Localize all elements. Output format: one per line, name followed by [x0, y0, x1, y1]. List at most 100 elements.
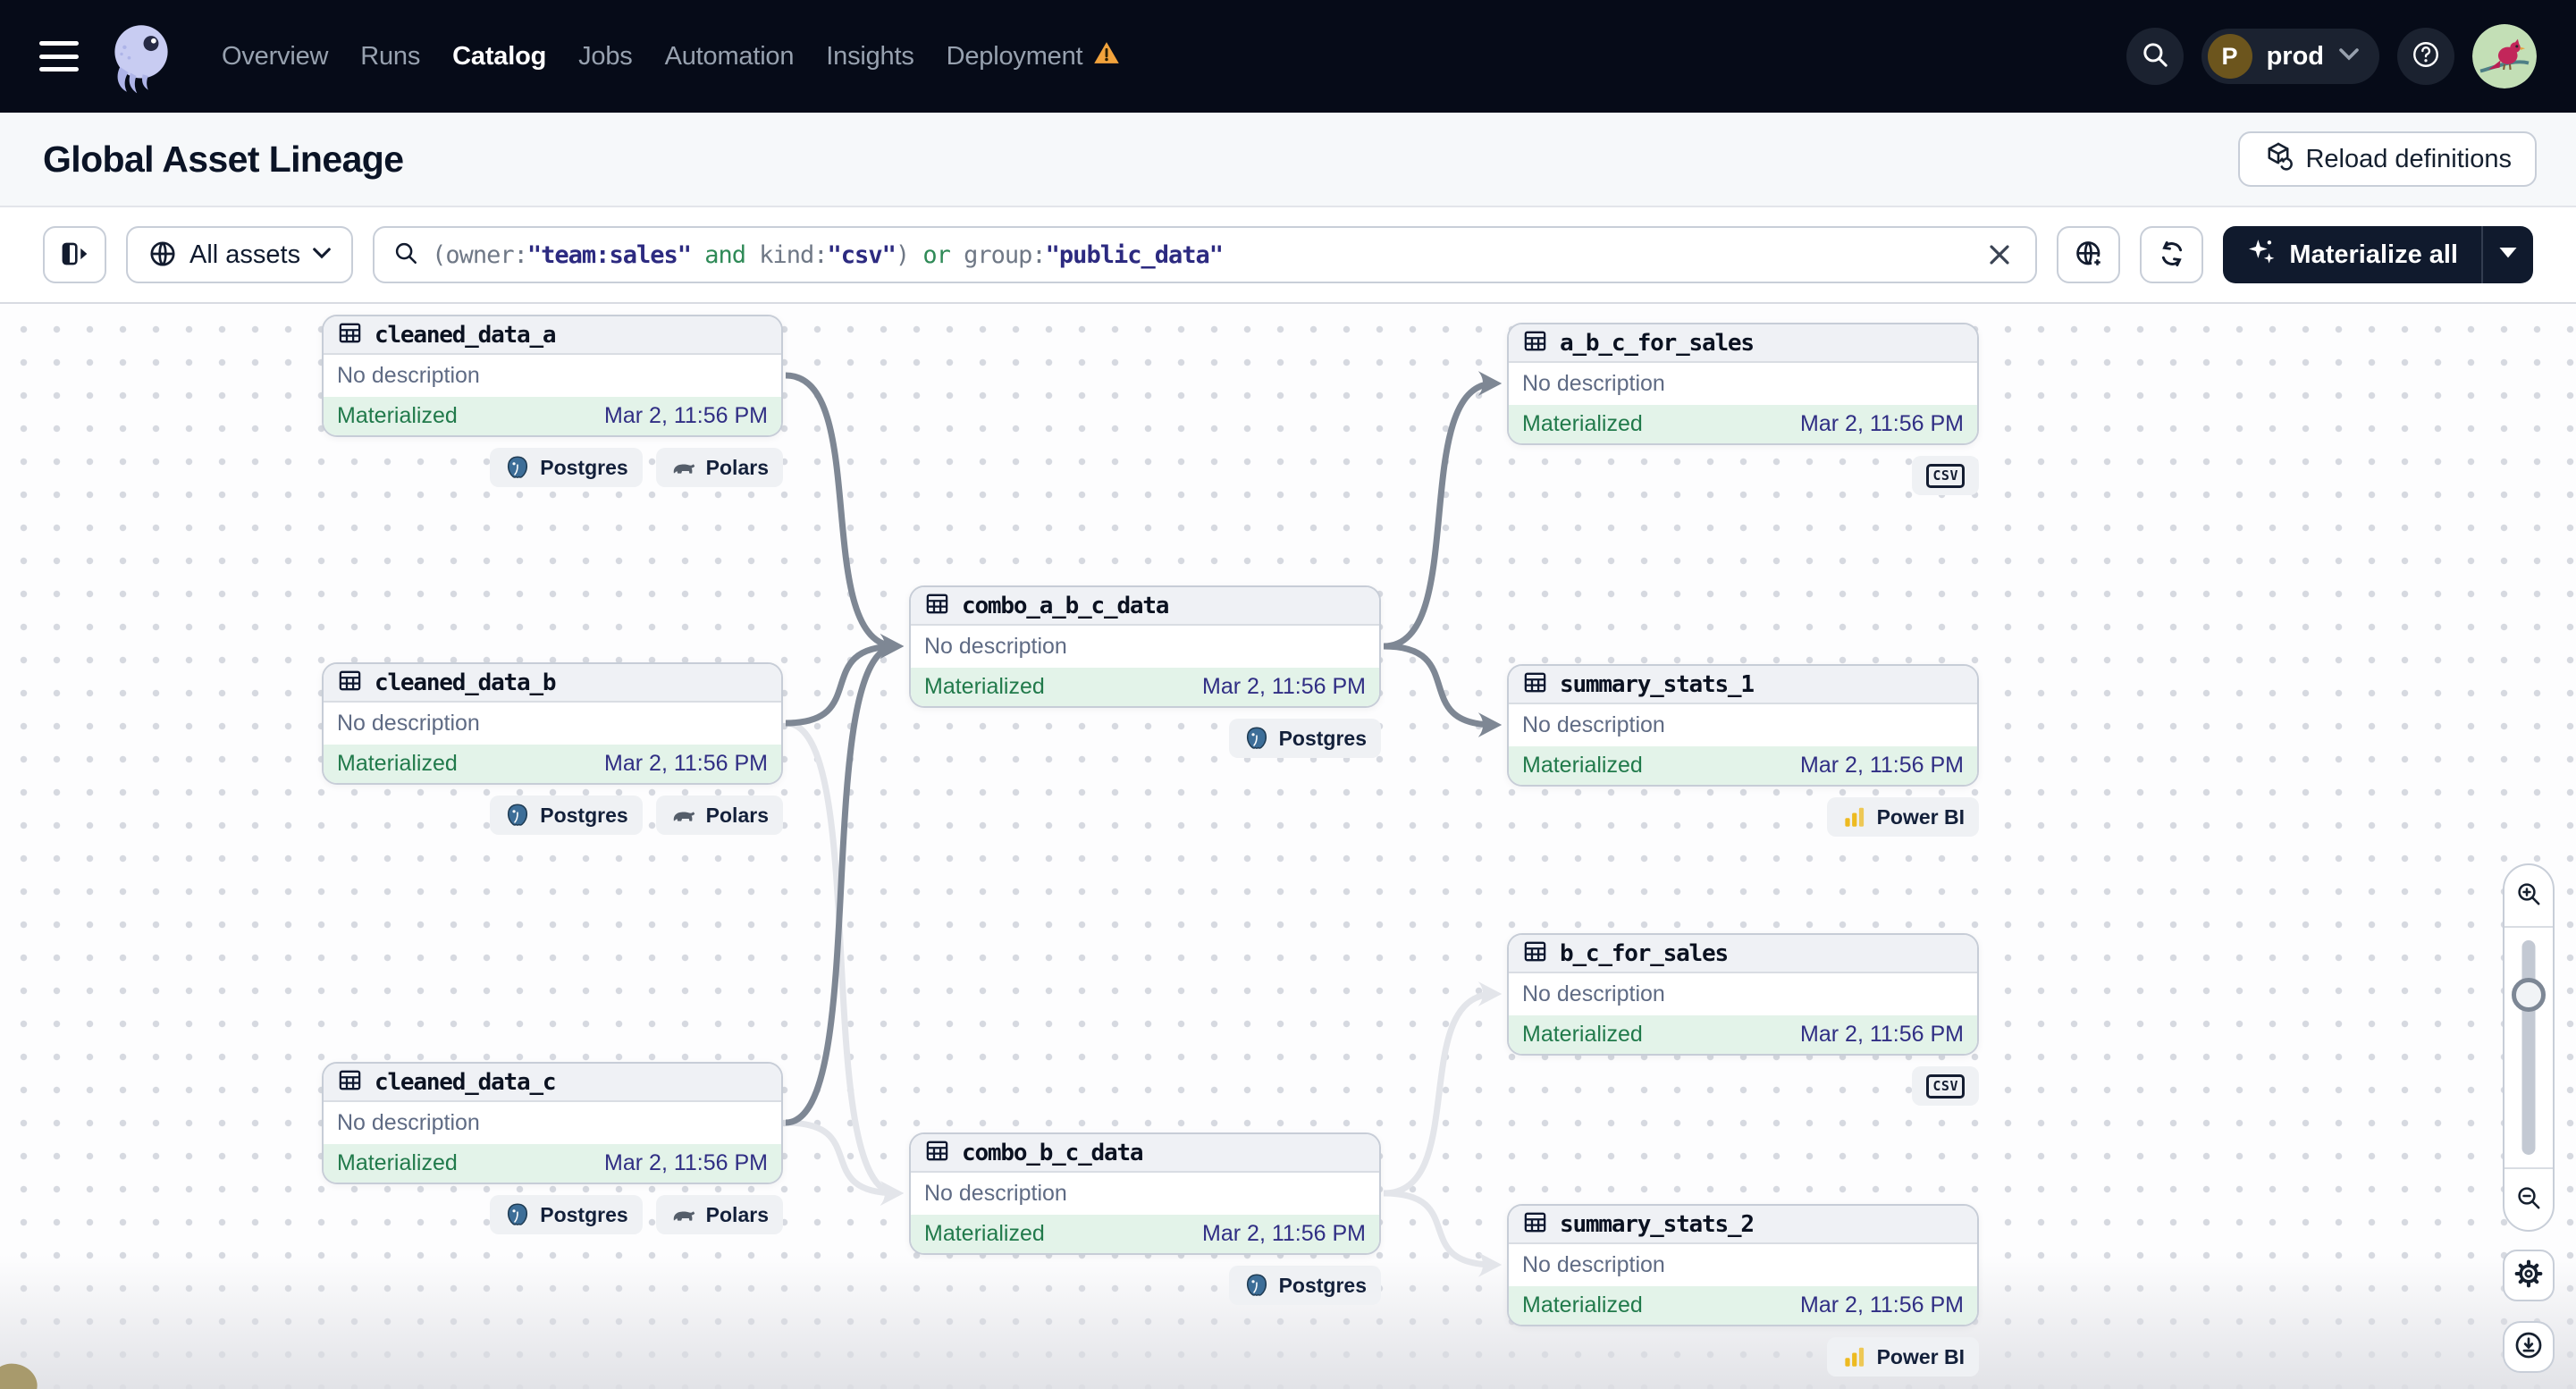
- zoom-slider-track[interactable]: [2521, 940, 2536, 1155]
- asset-node-combo_a_b_c_data[interactable]: combo_a_b_c_data No description Material…: [909, 585, 1381, 708]
- materialization-timestamp[interactable]: Mar 2, 11:56 PM: [1800, 411, 1964, 437]
- asset-node-b_c_for_sales[interactable]: b_c_for_sales No description Materialize…: [1507, 933, 1979, 1056]
- asset-node-summary_stats_1[interactable]: summary_stats_1 No description Materiali…: [1507, 664, 1979, 787]
- zoom-in-icon: [2514, 880, 2543, 913]
- help-button[interactable]: [2397, 28, 2454, 85]
- asset-description-row: No description: [1509, 363, 1977, 405]
- zoom-slider[interactable]: [2504, 928, 2553, 1167]
- asset-node-combo_b_c_data[interactable]: combo_b_c_data No description Materializ…: [909, 1132, 1381, 1255]
- asset-node-cleaned_data_c[interactable]: cleaned_data_c No description Materializ…: [322, 1062, 783, 1184]
- dagster-logo[interactable]: [102, 17, 181, 96]
- refresh-button[interactable]: [2140, 226, 2204, 283]
- zoom-out-button[interactable]: [2504, 1169, 2553, 1230]
- nav-item-catalog[interactable]: Catalog: [452, 42, 546, 72]
- kind-tag-postgres[interactable]: Postgres: [490, 1195, 643, 1234]
- zoom-out-icon: [2514, 1183, 2543, 1216]
- zoom-slider-knob[interactable]: [2512, 978, 2546, 1012]
- asset-node-a_b_c_for_sales[interactable]: a_b_c_for_sales No description Materiali…: [1507, 323, 1979, 445]
- query-segment: "team:sales": [526, 240, 692, 269]
- kind-tag-postgres[interactable]: Postgres: [1228, 1266, 1381, 1305]
- lineage-canvas[interactable]: cleaned_data_a No description Materializ…: [0, 304, 2576, 1389]
- asset-group-filter-button[interactable]: [2057, 226, 2121, 283]
- asset-status-bar: Materialized Mar 2, 11:56 PM: [911, 668, 1379, 706]
- workspace-switcher[interactable]: P prod: [2201, 29, 2379, 84]
- asset-description-row: No description: [1509, 704, 1977, 746]
- reload-cube-icon: [2263, 140, 2294, 178]
- user-avatar[interactable]: [2472, 24, 2537, 88]
- nav-item-insights[interactable]: Insights: [826, 42, 914, 72]
- nav-item-deployment[interactable]: Deployment: [947, 40, 1121, 72]
- asset-node-summary_stats_2[interactable]: summary_stats_2 No description Materiali…: [1507, 1204, 1979, 1326]
- kind-tag-label: Postgres: [1278, 726, 1367, 750]
- kind-tag-csv[interactable]: CSV: [1912, 1066, 1979, 1106]
- asset-scope-dropdown[interactable]: All assets: [126, 226, 354, 283]
- zoom-control: [2503, 863, 2555, 1232]
- nav-item-automation[interactable]: Automation: [665, 42, 795, 72]
- query-segment: ): [895, 240, 910, 269]
- reload-definitions-label: Reload definitions: [2305, 144, 2512, 173]
- nav-item-label: Runs: [360, 41, 421, 71]
- zoom-in-button[interactable]: [2504, 865, 2553, 926]
- kind-tag-row: Postgres Polars: [322, 796, 783, 835]
- nav-item-runs[interactable]: Runs: [360, 42, 420, 72]
- kind-tag-label: Polars: [705, 1202, 769, 1226]
- asset-name: summary_stats_1: [1560, 670, 1755, 698]
- nav-item-jobs[interactable]: Jobs: [578, 42, 633, 72]
- asset-description: No description: [924, 1181, 1067, 1206]
- open-sidebar-button[interactable]: [43, 226, 106, 283]
- table-icon: [924, 591, 950, 621]
- asset-node-header: cleaned_data_a: [324, 316, 781, 355]
- graph-settings-button[interactable]: [2503, 1250, 2555, 1301]
- materialization-timestamp[interactable]: Mar 2, 11:56 PM: [1202, 1221, 1366, 1247]
- asset-name: cleaned_data_b: [375, 669, 557, 696]
- asset-description-row: No description: [1509, 973, 1977, 1015]
- kind-tag-csv[interactable]: CSV: [1912, 456, 1979, 495]
- page-title: Global Asset Lineage: [43, 138, 404, 180]
- asset-description: No description: [924, 634, 1067, 659]
- kind-tag-postgres[interactable]: Postgres: [490, 448, 643, 487]
- chevron-down-icon: [2338, 47, 2360, 66]
- kind-tag-polars[interactable]: Polars: [655, 1195, 783, 1234]
- materialization-timestamp[interactable]: Mar 2, 11:56 PM: [604, 751, 768, 777]
- asset-search-input[interactable]: (owner:"team:sales" and kind:"csv") or g…: [373, 226, 2038, 283]
- kind-tag-power-bi[interactable]: Power BI: [1826, 1337, 1979, 1376]
- query-segment: kind:: [759, 240, 828, 269]
- asset-node-cleaned_data_a[interactable]: cleaned_data_a No description Materializ…: [322, 315, 783, 437]
- materialization-timestamp[interactable]: Mar 2, 11:56 PM: [1202, 674, 1366, 700]
- clear-search-button[interactable]: [1982, 237, 2017, 273]
- materialization-timestamp[interactable]: Mar 2, 11:56 PM: [604, 403, 768, 429]
- lineage-edge-cleaned_data_c-to-combo_b_c_data: [785, 1119, 905, 1206]
- hamburger-menu-icon[interactable]: [39, 41, 79, 72]
- kind-tag-polars[interactable]: Polars: [655, 796, 783, 835]
- reload-definitions-button[interactable]: Reload definitions: [2238, 131, 2537, 187]
- kind-tag-row: Postgres Polars: [322, 1195, 783, 1234]
- lineage-edge-cleaned_data_b-to-combo_b_c_data: [785, 720, 905, 1206]
- kind-tag-postgres[interactable]: Postgres: [490, 796, 643, 835]
- asset-name: a_b_c_for_sales: [1560, 329, 1755, 357]
- csv-icon: CSV: [1926, 463, 1965, 488]
- asset-status-bar: Materialized Mar 2, 11:56 PM: [1509, 1015, 1977, 1054]
- asset-node-cleaned_data_b[interactable]: cleaned_data_b No description Materializ…: [322, 662, 783, 785]
- asset-description: No description: [1522, 1252, 1665, 1277]
- download-graph-button[interactable]: [2503, 1321, 2555, 1373]
- materialization-timestamp[interactable]: Mar 2, 11:56 PM: [604, 1150, 768, 1176]
- materialize-all-split-button: Materialize all: [2223, 226, 2533, 283]
- asset-name: cleaned_data_c: [375, 1068, 557, 1096]
- kind-tag-label: Postgres: [1278, 1273, 1367, 1297]
- kind-tag-postgres[interactable]: Postgres: [1228, 719, 1381, 758]
- search-button[interactable]: [2126, 28, 2184, 85]
- warning-icon: [1093, 40, 1120, 72]
- asset-node-header: summary_stats_1: [1509, 666, 1977, 704]
- materialized-status: Materialized: [1522, 753, 1643, 778]
- materialization-timestamp[interactable]: Mar 2, 11:56 PM: [1800, 753, 1964, 779]
- kind-tag-polars[interactable]: Polars: [655, 448, 783, 487]
- asset-name: combo_a_b_c_data: [962, 592, 1169, 619]
- asset-name: cleaned_data_a: [375, 321, 557, 349]
- materialization-timestamp[interactable]: Mar 2, 11:56 PM: [1800, 1292, 1964, 1318]
- asset-node-header: a_b_c_for_sales: [1509, 324, 1977, 363]
- materialize-options-caret[interactable]: [2483, 226, 2533, 283]
- kind-tag-power-bi[interactable]: Power BI: [1826, 797, 1979, 837]
- materialization-timestamp[interactable]: Mar 2, 11:56 PM: [1800, 1022, 1964, 1048]
- nav-item-overview[interactable]: Overview: [222, 42, 328, 72]
- materialize-all-button[interactable]: Materialize all: [2223, 226, 2481, 283]
